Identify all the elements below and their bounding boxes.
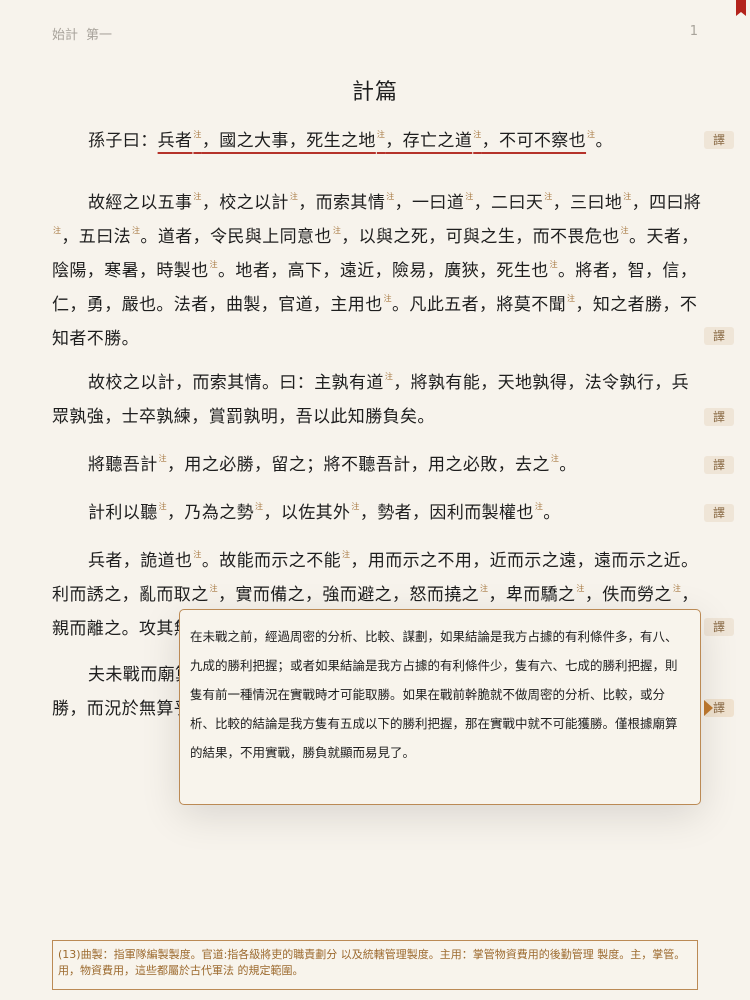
text-run: ，佚而勞之: [584, 585, 672, 605]
annotation-marker[interactable]: 注: [53, 226, 61, 235]
text-run: ，二曰天: [473, 193, 544, 213]
annotation-marker[interactable]: 注: [193, 130, 201, 139]
text-run: 。道者，令民與上同意也: [140, 227, 332, 247]
text-run: ，存亡之道: [385, 131, 473, 151]
translate-button[interactable]: 譯: [704, 131, 734, 149]
annotation-marker[interactable]: 注: [385, 372, 393, 381]
paragraph-2: 故經之以五事注，校之以計注，而索其情注，一曰道注，二曰天注，三曰地注，四曰將注，…: [52, 186, 702, 356]
annotation-marker[interactable]: 注: [673, 584, 681, 593]
annotation-marker[interactable]: 注: [623, 192, 631, 201]
annotation-marker[interactable]: 注: [473, 130, 481, 139]
paragraph-1: 孫子曰：兵者注，國之大事，死生之地注，存亡之道注，不可不察也注。: [52, 124, 702, 158]
text-run: ，五曰法: [61, 227, 132, 247]
footnote-text: (13)曲製：指軍隊編製製度。官道:指各級將吏的職責劃分 以及統轄管理製度。主用…: [58, 948, 686, 977]
text-run: 。: [543, 503, 561, 523]
text-run: 故校之以計，而索其情。曰：主孰有道: [88, 373, 384, 393]
annotation-marker[interactable]: 注: [193, 192, 201, 201]
text-run: ，以與之死，可與之生，而不畏危也: [341, 227, 620, 247]
annotation-marker[interactable]: 注: [550, 260, 558, 269]
annotation-marker[interactable]: 注: [193, 550, 201, 559]
text-run: 。凡此五者，將莫不聞: [392, 295, 567, 315]
text-run: 兵者，詭道也: [88, 551, 193, 571]
translate-button[interactable]: 譯: [704, 504, 734, 522]
annotation-marker[interactable]: 注: [159, 502, 167, 511]
text-run: 將聽吾計: [88, 455, 158, 475]
text-run: 孫子曰：: [88, 131, 158, 151]
section-title: 第一: [86, 28, 113, 43]
highlighted-sentence[interactable]: 兵者注，國之大事，死生之地注，存亡之道注，不可不察也: [157, 130, 587, 151]
footnote-box[interactable]: (13)曲製：指軍隊編製製度。官道:指各級將吏的職責劃分 以及統轄管理製度。主用…: [52, 940, 698, 990]
annotation-marker[interactable]: 注: [351, 502, 359, 511]
translate-button[interactable]: 譯: [704, 618, 734, 636]
popup-pointer-icon: [704, 700, 713, 716]
paragraph-5: 計利以聽注，乃為之勢注，以佐其外注，勢者，因利而製權也注。: [52, 496, 702, 530]
text-run: 。: [559, 455, 577, 475]
annotation-marker[interactable]: 注: [333, 226, 341, 235]
page-number: 1: [689, 24, 698, 39]
annotation-marker[interactable]: 注: [480, 584, 488, 593]
text-run: ，乃為之勢: [167, 503, 255, 523]
text-run: 。故能而示之不能: [201, 551, 342, 571]
text-run: ，四曰將: [631, 193, 702, 213]
chapter-title: 計篇: [351, 80, 398, 105]
text-run: ，一曰道: [394, 193, 465, 213]
annotation-marker[interactable]: 注: [465, 192, 473, 201]
annotation-marker[interactable]: 注: [210, 260, 218, 269]
text-run: 兵者: [157, 131, 193, 151]
annotation-marker[interactable]: 注: [621, 226, 629, 235]
annotation-marker[interactable]: 注: [587, 130, 595, 139]
text-run: 故經之以五事: [88, 193, 193, 213]
translate-button[interactable]: 譯: [704, 456, 734, 474]
text-run: 。地者，高下，遠近，險易，廣狹，死生也: [218, 261, 549, 281]
annotation-marker[interactable]: 注: [210, 584, 218, 593]
text-run: ，勢者，因利而製權也: [359, 503, 534, 523]
annotation-marker[interactable]: 注: [132, 226, 140, 235]
text-run: 。: [595, 131, 613, 151]
annotation-marker[interactable]: 注: [551, 454, 559, 463]
page-header: 始計 第一 1: [52, 24, 698, 44]
annotation-marker[interactable]: 注: [576, 584, 584, 593]
breadcrumb: 始計 第一: [52, 24, 112, 43]
annotation-marker[interactable]: 注: [567, 294, 575, 303]
text-run: ，用之必勝，留之；將不聽吾計，用之必敗，去之: [167, 455, 550, 475]
text-run: ，卑而驕之: [488, 585, 576, 605]
annotation-marker[interactable]: 注: [255, 502, 263, 511]
annotation-marker[interactable]: 注: [384, 294, 392, 303]
text-run: ，而索其情: [298, 193, 386, 213]
annotation-marker[interactable]: 注: [377, 130, 385, 139]
text-run: ，校之以計: [201, 193, 289, 213]
text-run: ，國之大事，死生之地: [201, 131, 376, 151]
translation-popup[interactable]: 在未戰之前，經過周密的分析、比較、謀劃，如果結論是我方占據的有利條件多，有八、九…: [179, 609, 701, 805]
annotation-marker[interactable]: 注: [159, 454, 167, 463]
paragraph-4: 將聽吾計注，用之必勝，留之；將不聽吾計，用之必敗，去之注。: [52, 448, 702, 482]
text-run: 計利以聽: [88, 503, 158, 523]
paragraph-3: 故校之以計，而索其情。曰：主孰有道注，將孰有能，天地孰得，法令孰行，兵眾孰強，士…: [52, 366, 702, 434]
bookmark-ribbon-icon[interactable]: [736, 0, 746, 16]
annotation-marker[interactable]: 注: [535, 502, 543, 511]
text-run: ，三曰地: [552, 193, 623, 213]
annotation-marker[interactable]: 注: [290, 192, 298, 201]
text-run: ，以佐其外: [263, 503, 351, 523]
translation-text: 在未戰之前，經過周密的分析、比較、謀劃，如果結論是我方占據的有利條件多，有八、九…: [190, 629, 678, 760]
translate-button[interactable]: 譯: [704, 327, 734, 345]
annotation-marker[interactable]: 注: [342, 550, 350, 559]
text-run: ，不可不察也: [481, 131, 587, 151]
translate-button[interactable]: 譯: [704, 408, 734, 426]
annotation-marker[interactable]: 注: [386, 192, 394, 201]
text-run: ，實而備之，強而避之，怒而撓之: [218, 585, 480, 605]
book-title: 始計: [52, 28, 79, 43]
annotation-marker[interactable]: 注: [544, 192, 552, 201]
